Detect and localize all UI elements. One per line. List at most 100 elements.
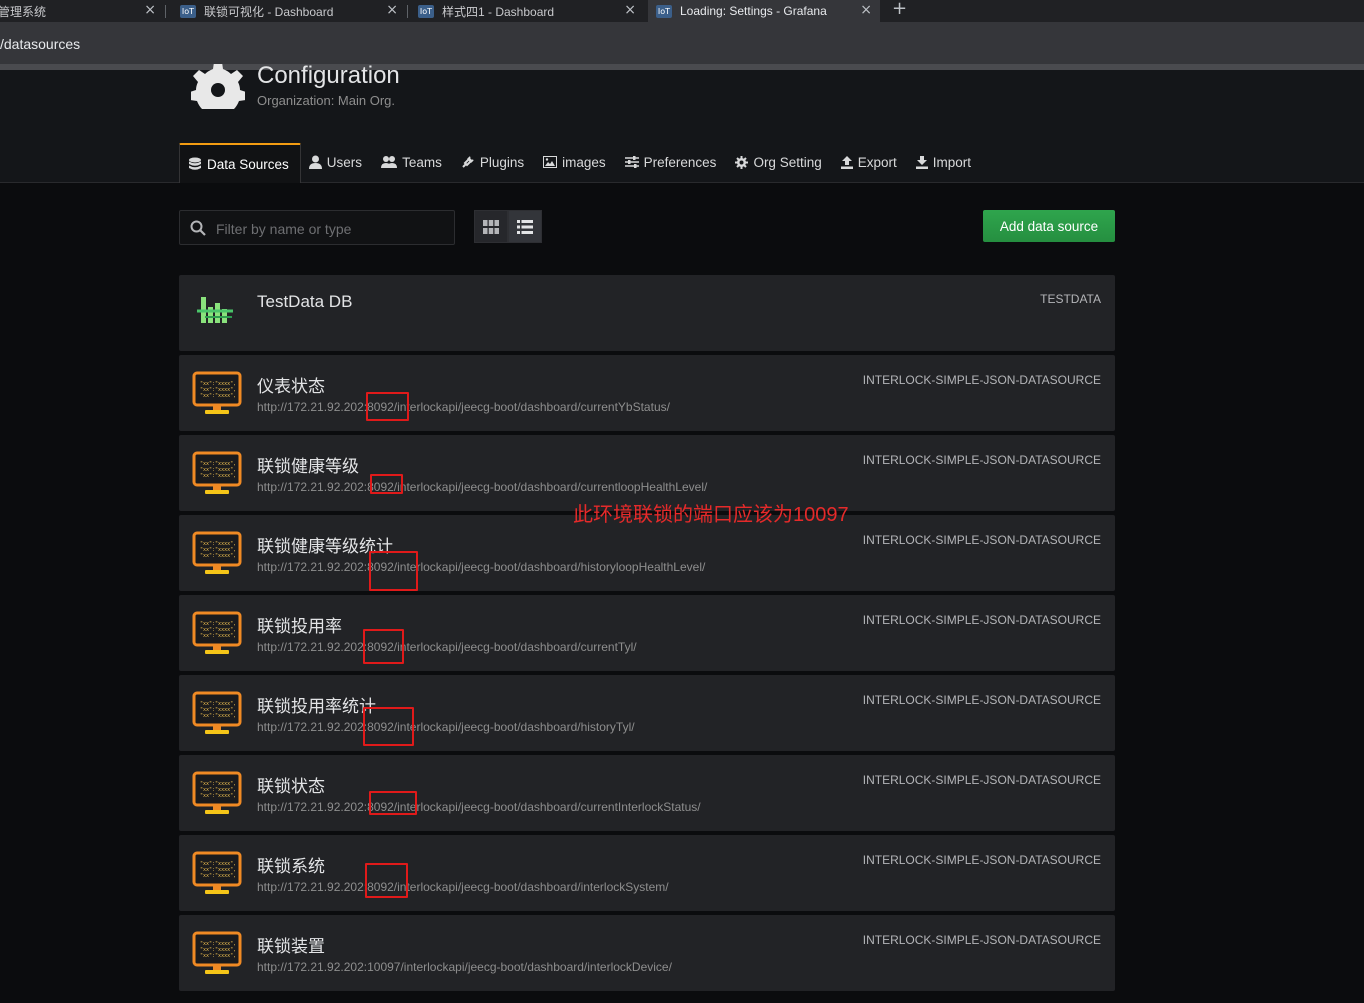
browser-tab-2[interactable]: IoT 联锁可视化 - Dashboard ×: [173, 0, 406, 22]
datasource-type: INTERLOCK-SIMPLE-JSON-DATASOURCE: [862, 933, 1101, 947]
datasource-card[interactable]: TestData DB TESTDATA: [179, 275, 1115, 351]
iot-favicon-icon: IoT: [656, 4, 672, 18]
tab-preferences[interactable]: Preferences: [617, 143, 728, 181]
svg-text:"xx":"xxxx",: "xx":"xxxx",: [200, 713, 236, 719]
tab-org-setting[interactable]: Org Setting: [727, 143, 832, 181]
datasource-name[interactable]: 仪表状态: [257, 372, 325, 397]
page-header: Configuration Organization: Main Org. Da…: [0, 62, 1364, 183]
datasource-card[interactable]: "xx":"xxxx", "xx":"xxxx", "xx":"xxxx", 联…: [179, 755, 1115, 831]
add-data-source-button[interactable]: Add data source: [983, 210, 1115, 242]
tab-export[interactable]: Export: [833, 143, 908, 181]
user-icon: [308, 155, 322, 169]
port-highlight-box: [369, 791, 417, 815]
iot-favicon-icon: IoT: [418, 4, 434, 18]
datasource-url: http://172.21.92.202:8092/interlockapi/j…: [257, 800, 701, 814]
filter-search-box[interactable]: [179, 210, 455, 246]
datasource-card[interactable]: "xx":"xxxx", "xx":"xxxx", "xx":"xxxx", 联…: [179, 595, 1115, 671]
browser-tab-4[interactable]: IoT Loading: Settings - Grafana ×: [648, 0, 880, 22]
port-highlight-box: [365, 863, 408, 898]
browser-tab-bar: 管理系统 × IoT 联锁可视化 - Dashboard × IoT 样式四1 …: [0, 0, 1364, 22]
search-icon: [190, 220, 206, 236]
filter-input[interactable]: [214, 211, 448, 246]
datasource-type: INTERLOCK-SIMPLE-JSON-DATASOURCE: [862, 773, 1101, 787]
page-subtitle: Organization: Main Org.: [257, 93, 396, 108]
tab-label: Org Setting: [753, 154, 822, 170]
datasource-url: http://172.21.92.202:8092/interlockapi/j…: [257, 880, 669, 894]
json-monitor-icon: "xx":"xxxx", "xx":"xxxx", "xx":"xxxx",: [192, 611, 242, 654]
config-tabs: Data Sources Users Teams Plugins images …: [179, 143, 982, 183]
tab-import[interactable]: Import: [908, 143, 982, 181]
json-monitor-icon: "xx":"xxxx", "xx":"xxxx", "xx":"xxxx",: [192, 691, 242, 734]
list-icon: [517, 219, 533, 234]
datasource-url: http://172.21.92.202:8092/interlockapi/j…: [257, 720, 635, 734]
port-highlight-box: [370, 474, 403, 494]
close-icon[interactable]: ×: [624, 2, 636, 18]
datasource-name[interactable]: 联锁状态: [257, 772, 325, 797]
datasource-card[interactable]: "xx":"xxxx", "xx":"xxxx", "xx":"xxxx", 联…: [179, 835, 1115, 911]
datasource-url: http://172.21.92.202:8092/interlockapi/j…: [257, 560, 706, 574]
datasource-type: INTERLOCK-SIMPLE-JSON-DATASOURCE: [862, 373, 1101, 387]
datasource-url: http://172.21.92.202:8092/interlockapi/j…: [257, 480, 708, 494]
tab-images[interactable]: images: [535, 143, 617, 181]
close-icon[interactable]: ×: [386, 2, 398, 18]
datasource-type: INTERLOCK-SIMPLE-JSON-DATASOURCE: [862, 613, 1101, 627]
list-view-button[interactable]: [508, 210, 542, 243]
svg-text:"xx":"xxxx",: "xx":"xxxx",: [200, 873, 236, 879]
layout-toggle: [474, 210, 542, 243]
gear-icon: [735, 155, 749, 169]
address-url[interactable]: /datasources: [0, 36, 80, 52]
json-monitor-icon: "xx":"xxxx", "xx":"xxxx", "xx":"xxxx",: [192, 531, 242, 574]
datasource-name[interactable]: 联锁投用率: [257, 612, 342, 637]
tab-title: Loading: Settings - Grafana: [680, 4, 827, 18]
json-monitor-icon: "xx":"xxxx", "xx":"xxxx", "xx":"xxxx",: [192, 931, 242, 974]
datasource-url: http://172.21.92.202:8092/interlockapi/j…: [257, 400, 670, 414]
datasource-card[interactable]: "xx":"xxxx", "xx":"xxxx", "xx":"xxxx", 联…: [179, 915, 1115, 991]
tab-plugins[interactable]: Plugins: [453, 143, 535, 181]
gear-icon: [191, 64, 245, 109]
tab-label: Users: [326, 154, 363, 170]
tab-label: Import: [932, 154, 972, 170]
port-highlight-box: [363, 629, 404, 664]
download-icon: [915, 155, 928, 169]
tab-data-sources[interactable]: Data Sources: [179, 143, 301, 183]
new-tab-button[interactable]: +: [892, 0, 907, 19]
tab-title: 联锁可视化 - Dashboard: [204, 4, 334, 19]
tab-divider: [165, 5, 166, 18]
sliders-icon: [624, 156, 639, 168]
svg-text:"xx":"xxxx",: "xx":"xxxx",: [200, 953, 236, 959]
datasource-name[interactable]: 联锁健康等级: [257, 452, 359, 477]
json-monitor-icon: "xx":"xxxx", "xx":"xxxx", "xx":"xxxx",: [192, 771, 242, 814]
tab-teams[interactable]: Teams: [373, 143, 453, 181]
datasource-name[interactable]: 联锁系统: [257, 852, 325, 877]
datasource-name[interactable]: 联锁装置: [257, 932, 325, 957]
svg-text:"xx":"xxxx",: "xx":"xxxx",: [200, 553, 236, 559]
datasource-type: INTERLOCK-SIMPLE-JSON-DATASOURCE: [862, 693, 1101, 707]
browser-tab-3[interactable]: IoT 样式四1 - Dashboard ×: [410, 0, 644, 22]
address-bar[interactable]: /datasources: [0, 22, 1364, 64]
close-icon[interactable]: ×: [860, 2, 872, 18]
datasource-type: INTERLOCK-SIMPLE-JSON-DATASOURCE: [862, 533, 1101, 547]
port-highlight-box: [366, 392, 409, 421]
datasource-type: INTERLOCK-SIMPLE-JSON-DATASOURCE: [862, 853, 1101, 867]
close-icon[interactable]: ×: [144, 2, 156, 18]
browser-tab-1[interactable]: 管理系统 ×: [0, 0, 164, 22]
tab-users[interactable]: Users: [301, 143, 373, 181]
iot-favicon-icon: IoT: [180, 4, 196, 18]
json-monitor-icon: "xx":"xxxx", "xx":"xxxx", "xx":"xxxx",: [192, 371, 242, 414]
page-title: Configuration: [257, 62, 400, 89]
port-highlight-box: [369, 551, 418, 591]
users-icon: [381, 156, 398, 168]
tab-divider: [407, 5, 408, 18]
image-icon: [543, 156, 558, 168]
tab-title: 样式四1 - Dashboard: [442, 4, 555, 19]
datasource-card[interactable]: "xx":"xxxx", "xx":"xxxx", "xx":"xxxx", 仪…: [179, 355, 1115, 431]
datasource-card[interactable]: "xx":"xxxx", "xx":"xxxx", "xx":"xxxx", 联…: [179, 675, 1115, 751]
grid-view-button[interactable]: [474, 210, 508, 243]
svg-text:"xx":"xxxx",: "xx":"xxxx",: [200, 393, 236, 399]
datasource-name[interactable]: 联锁投用率统计: [257, 692, 376, 717]
plug-icon: [462, 156, 474, 168]
svg-text:"xx":"xxxx",: "xx":"xxxx",: [200, 473, 236, 479]
svg-text:"xx":"xxxx",: "xx":"xxxx",: [200, 633, 236, 639]
tab-label: Export: [857, 154, 897, 170]
datasource-name[interactable]: TestData DB: [257, 292, 352, 312]
